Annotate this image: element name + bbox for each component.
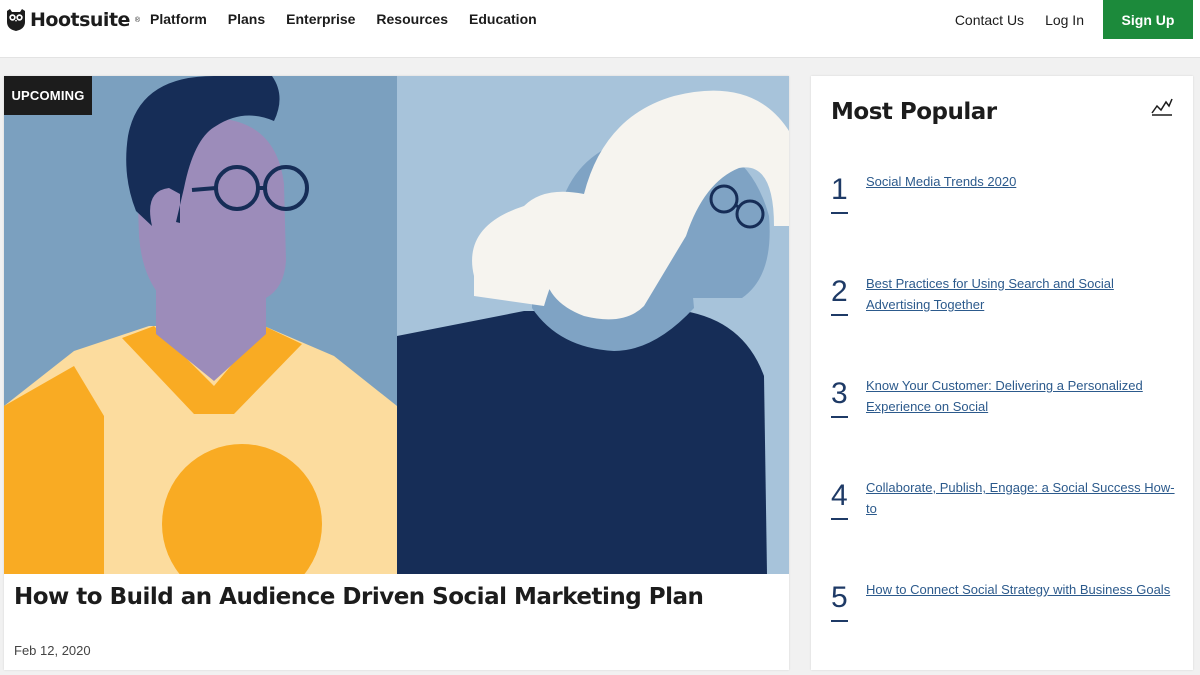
- hootsuite-logo[interactable]: Hootsuite ®: [6, 8, 140, 32]
- featured-article-card[interactable]: UPCOMING How to Build an Audience Driven…: [4, 76, 789, 670]
- popular-item-link[interactable]: Best Practices for Using Search and Soci…: [866, 273, 1176, 315]
- popular-item-5: 5 How to Connect Social Strategy with Bu…: [831, 579, 1181, 639]
- popular-item-number: 3: [831, 377, 848, 410]
- most-popular-panel: Most Popular 1 Social Media Trends 2020 …: [811, 76, 1193, 670]
- featured-article-title[interactable]: How to Build an Audience Driven Social M…: [14, 584, 704, 610]
- nav-platform[interactable]: Platform: [150, 11, 207, 27]
- featured-article-date: Feb 12, 2020: [14, 643, 91, 658]
- nav-actions: Contact Us Log In Sign Up: [955, 0, 1200, 39]
- popular-item-number: 1: [831, 173, 848, 206]
- log-in-link[interactable]: Log In: [1045, 12, 1084, 28]
- popular-item-number: 4: [831, 479, 848, 512]
- number-underline: [831, 314, 848, 316]
- logo-registered-mark: ®: [134, 16, 141, 24]
- popular-item-1: 1 Social Media Trends 2020: [831, 171, 1181, 231]
- owl-logo-icon: [7, 9, 25, 31]
- popular-item-link[interactable]: Social Media Trends 2020: [866, 171, 1176, 192]
- sign-up-button[interactable]: Sign Up: [1103, 0, 1193, 39]
- popular-item-link[interactable]: Know Your Customer: Delivering a Persona…: [866, 375, 1176, 417]
- featured-illustration[interactable]: [4, 76, 789, 574]
- number-underline: [831, 518, 848, 520]
- number-underline: [831, 212, 848, 214]
- popular-item-link[interactable]: Collaborate, Publish, Engage: a Social S…: [866, 477, 1176, 519]
- popular-item-number: 5: [831, 581, 848, 614]
- number-underline: [831, 620, 848, 622]
- upcoming-badge: UPCOMING: [4, 76, 92, 115]
- popular-item-link[interactable]: How to Connect Social Strategy with Busi…: [866, 579, 1176, 600]
- popular-item-3: 3 Know Your Customer: Delivering a Perso…: [831, 375, 1181, 435]
- nav-enterprise[interactable]: Enterprise: [286, 11, 355, 27]
- nav-plans[interactable]: Plans: [228, 11, 265, 27]
- popular-item-4: 4 Collaborate, Publish, Engage: a Social…: [831, 477, 1181, 537]
- trend-line-icon: [1151, 98, 1173, 116]
- main-nav: Platform Plans Enterprise Resources Educ…: [150, 11, 558, 27]
- most-popular-heading: Most Popular: [831, 99, 997, 125]
- contact-us-link[interactable]: Contact Us: [955, 12, 1024, 28]
- top-navigation: Hootsuite ® Platform Plans Enterprise Res…: [0, 0, 1200, 58]
- nav-resources[interactable]: Resources: [376, 11, 448, 27]
- number-underline: [831, 416, 848, 418]
- popular-item-2: 2 Best Practices for Using Search and So…: [831, 273, 1181, 333]
- logo-text: Hootsuite: [30, 9, 130, 31]
- nav-education[interactable]: Education: [469, 11, 537, 27]
- popular-item-number: 2: [831, 275, 848, 308]
